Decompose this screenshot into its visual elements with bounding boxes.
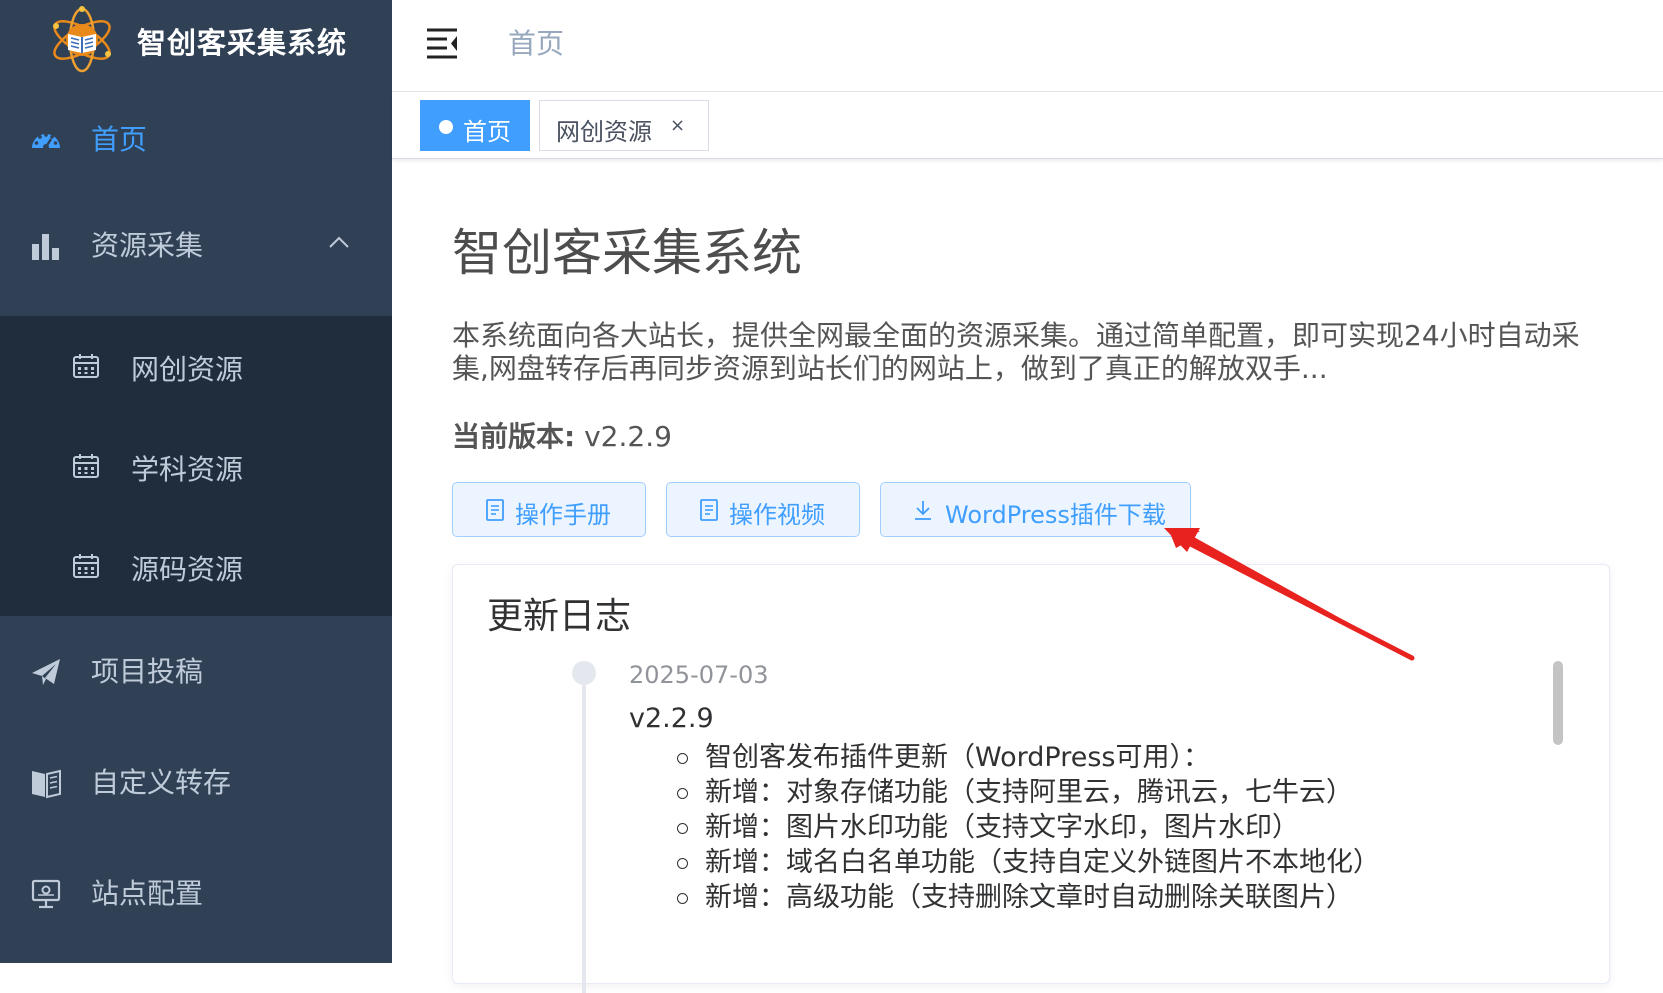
sidebar-subitem-label: 源码资源: [131, 553, 244, 586]
manual-button[interactable]: 操作手册: [452, 482, 646, 537]
wordpress-plugin-download-button[interactable]: WordPress插件下载: [880, 482, 1191, 537]
list-item: 新增：对象存储功能（支持阿里云，腾讯云，七牛云）: [673, 775, 1380, 810]
document-icon: [486, 499, 504, 521]
changelog-list: 智创客发布插件更新（WordPress可用）： 新增：对象存储功能（支持阿里云，…: [673, 740, 1380, 915]
video-button[interactable]: 操作视频: [666, 482, 860, 537]
sidebar-item-custom-transfer-label: 自定义转存: [91, 766, 232, 799]
scrollbar[interactable]: [1553, 661, 1563, 981]
breadcrumb[interactable]: 首页: [508, 22, 564, 62]
scrollbar-thumb[interactable]: [1553, 661, 1563, 745]
sidebar-item-custom-transfer[interactable]: 自定义转存: [0, 727, 392, 839]
tag-wangchuang-label: 网创资源: [556, 118, 652, 146]
book-icon: [32, 769, 61, 799]
download-icon: [915, 501, 931, 520]
list-item: 新增：域名白名单功能（支持自定义外链图片不本地化）: [673, 845, 1380, 880]
sidebar-subitem-yuanma[interactable]: 源码资源: [0, 516, 392, 616]
sidebar-item-project-submit[interactable]: 项目投稿: [0, 616, 392, 728]
bar-chart-icon: [32, 234, 59, 260]
sidebar-item-home[interactable]: 首页: [0, 84, 392, 196]
timeline-dot: [572, 661, 596, 685]
download-button-label: WordPress插件下载: [945, 501, 1166, 529]
list-item: 智创客发布插件更新（WordPress可用）：: [673, 740, 1380, 775]
video-button-label: 操作视频: [729, 501, 825, 529]
atom-book-logo-icon: [53, 6, 111, 73]
sidebar-item-site-config[interactable]: 站点配置: [0, 838, 392, 950]
dashboard-icon: [32, 133, 60, 150]
sidebar-subitem-label: 学科资源: [131, 453, 244, 486]
sidebar-subitem-wangchuang[interactable]: 网创资源: [0, 316, 392, 416]
navbar: 首页: [392, 0, 1663, 92]
version-value: v2.2.9: [575, 420, 672, 453]
tag-home-label: 首页: [463, 118, 511, 146]
version-label: 当前版本:: [452, 420, 576, 453]
manual-button-label: 操作手册: [515, 501, 611, 529]
app-title: 智创客采集系统: [137, 26, 348, 60]
system-description: 本系统面向各大站长，提供全网最全面的资源采集。通过简单配置，即可实现24小时自动…: [452, 319, 1580, 385]
list-item: 新增：图片水印功能（支持文字水印，图片水印）: [673, 810, 1380, 845]
tags-view: 首页 网创资源 ×: [392, 92, 1663, 159]
submenu-resource-collect: 网创资源 学科资源 源码资源: [0, 316, 392, 616]
timeline-line: [582, 673, 586, 993]
sidebar-item-resource-collect[interactable]: 资源采集: [0, 190, 392, 302]
main-content: 智创客采集系统 本系统面向各大站长，提供全网最全面的资源采集。通过简单配置，即可…: [392, 159, 1663, 993]
changelog-card: 更新日志 2025-07-03 v2.2.9 智创客发布插件更新（WordPre…: [452, 564, 1610, 993]
sidebar-subitem-label: 网创资源: [131, 353, 244, 386]
timeline-date: 2025-07-03: [629, 661, 769, 689]
sidebar-item-site-config-label: 站点配置: [91, 877, 204, 910]
active-dot-icon: [439, 120, 453, 134]
document-icon: [700, 499, 718, 521]
close-icon[interactable]: ×: [670, 115, 685, 136]
sidebar-item-resource-collect-label: 资源采集: [91, 229, 204, 262]
hamburger-menu-icon[interactable]: [425, 25, 459, 59]
current-version: 当前版本: v2.2.9: [452, 415, 672, 455]
sidebar: 智创客采集系统 首页 资源采集 网创资源 学科资源 源码资源 项目投稿 自定义转…: [0, 0, 392, 963]
tag-wangchuang[interactable]: 网创资源 ×: [539, 100, 709, 151]
chevron-up-icon: [329, 236, 349, 248]
list-item: 新增：高级功能（支持删除文章时自动删除关联图片）: [673, 880, 1380, 915]
timeline-version: v2.2.9: [629, 703, 714, 734]
sidebar-subitem-xueke[interactable]: 学科资源: [0, 416, 392, 516]
calendar-icon: [73, 354, 99, 378]
page-title: 智创客采集系统: [452, 224, 802, 282]
monitor-icon: [31, 879, 61, 909]
paper-plane-icon: [32, 659, 60, 685]
calendar-icon: [73, 554, 99, 578]
changelog-title: 更新日志: [487, 596, 632, 637]
calendar-icon: [73, 454, 99, 478]
sidebar-item-project-submit-label: 项目投稿: [91, 655, 204, 688]
tag-home[interactable]: 首页: [420, 100, 530, 151]
sidebar-item-home-label: 首页: [91, 123, 148, 156]
logo[interactable]: 智创客采集系统: [0, 0, 392, 84]
